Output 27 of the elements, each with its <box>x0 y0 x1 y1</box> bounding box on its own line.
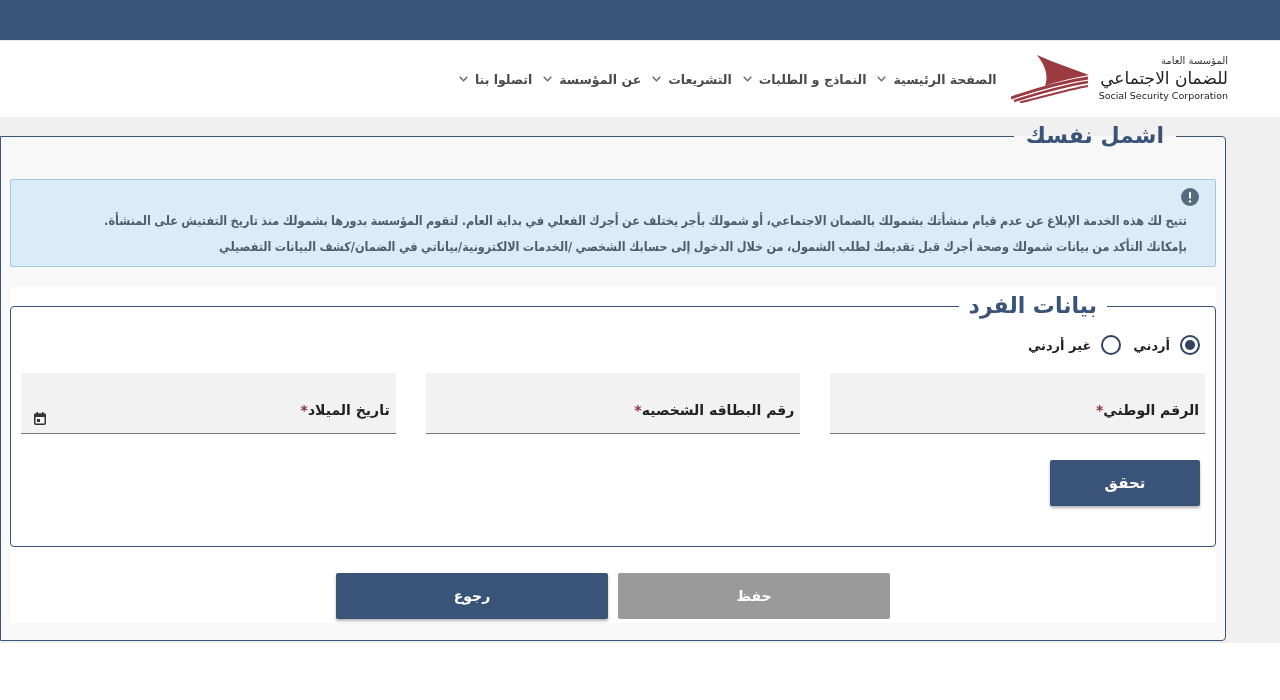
wing-logo-icon <box>1010 55 1089 103</box>
alert-text: تتيح لك هذه الخدمة الإبلاغ عن عدم قيام منشأتك بشمولك بالضمان الاجتماعي، أو شمولك بأجر يختلف عن أجرك الفعلي في بداية العام. لتقوم المؤسسة بدورها بشمولك منذ تاريخ التفتيش على المنشأة. <box>103 211 1187 231</box>
verify-button[interactable]: تحقق <box>1050 460 1200 506</box>
radio-button[interactable] <box>1101 335 1122 355</box>
field-label: الرقم الوطني* <box>1096 401 1199 421</box>
logo-english-name: Social Security Corporation <box>1098 89 1228 103</box>
logo-subtitle: المؤسسة العامة <box>1160 55 1228 67</box>
input-field[interactable]: الرقم الوطني* <box>830 373 1205 434</box>
fieldset-title: بيانات الفرد <box>967 292 1098 320</box>
nav-link[interactable]: عن المؤسسة <box>543 71 642 87</box>
info-icon <box>1181 188 1199 206</box>
radio-label[interactable]: أردني <box>1133 337 1170 353</box>
nav-link[interactable]: اتصلوا بنا <box>458 71 533 87</box>
input-field[interactable]: رقم البطاقه الشخصيه* <box>425 373 801 434</box>
field-label: تاريخ الميلاد* <box>300 401 390 421</box>
action-button[interactable]: رجوع <box>336 573 608 619</box>
radio-label[interactable]: غير أردني <box>1027 337 1092 353</box>
nav-link[interactable]: التشريعات <box>652 71 732 87</box>
nav-link[interactable]: الصفحة الرئيسية <box>877 71 997 87</box>
date-field[interactable]: تاريخ الميلاد* <box>21 373 396 434</box>
field-label: رقم البطاقه الشخصيه* <box>634 401 795 420</box>
calendar-icon[interactable] <box>34 412 46 425</box>
radio-button[interactable] <box>1180 335 1200 355</box>
nav-link[interactable]: النماذج و الطلبات <box>742 71 867 87</box>
alert-text: بإمكانك التأكد من بيانات شمولك وصحة أجرك قبل تقديمك لطلب الشمول، من خلال الدخول إلى حسابك الشخصي /الخدمات الالكترونية/بياناتي في الضمان/كشف البيانات التفصيلي <box>218 237 1187 256</box>
section-title: اشمل نفسك <box>1024 122 1165 150</box>
logo-title: للضمان الاجتماعي <box>1100 67 1228 89</box>
